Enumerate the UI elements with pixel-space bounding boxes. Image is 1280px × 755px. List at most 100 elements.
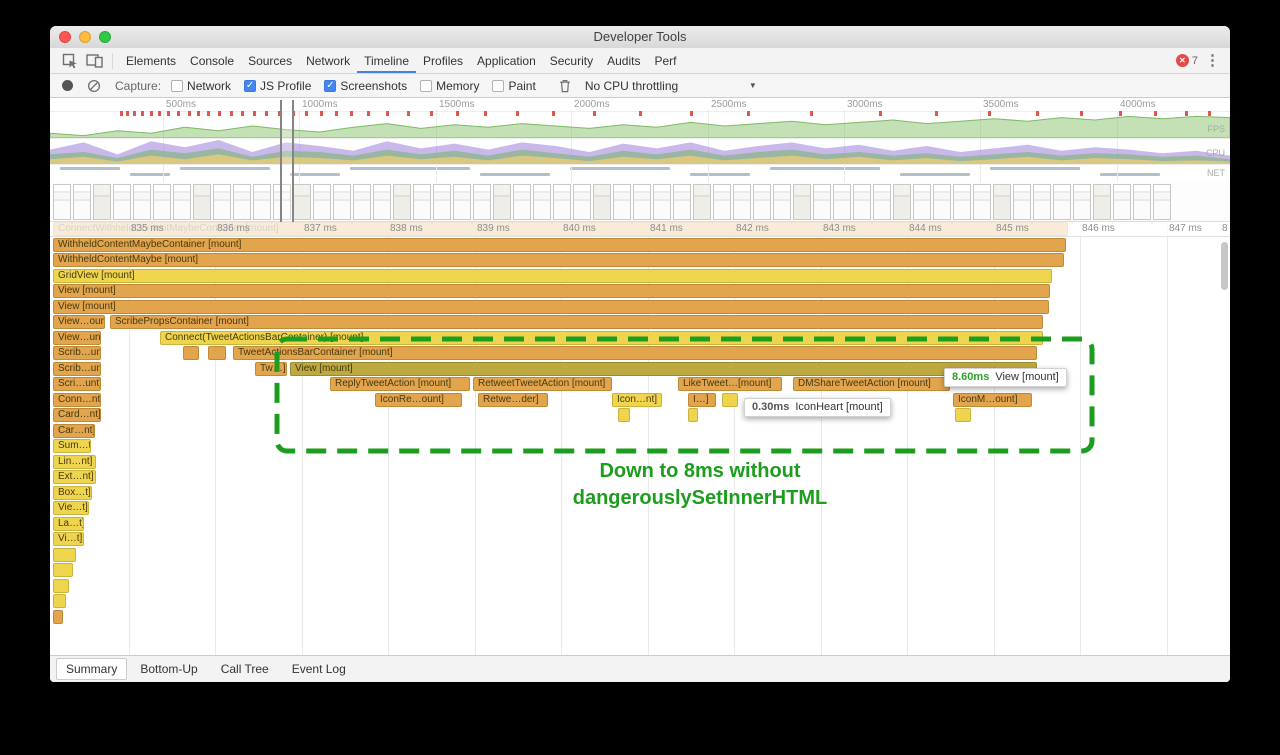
tab-elements[interactable]: Elements (119, 49, 183, 73)
flame-bar[interactable]: Box…t] (53, 486, 92, 500)
screenshot-thumbnail[interactable] (1153, 184, 1171, 220)
screenshot-thumbnail[interactable] (1113, 184, 1131, 220)
minimize-window-button[interactable] (79, 31, 91, 43)
screenshot-thumbnail[interactable] (773, 184, 791, 220)
flame-bar[interactable] (53, 548, 76, 562)
screenshot-thumbnail[interactable] (613, 184, 631, 220)
screenshot-thumbnail[interactable] (133, 184, 151, 220)
screenshot-thumbnail[interactable] (93, 184, 111, 220)
record-button[interactable] (62, 80, 73, 91)
screenshot-thumbnail[interactable] (1013, 184, 1031, 220)
flame-bar[interactable]: GridView [mount] (53, 269, 1052, 283)
screenshot-thumbnail[interactable] (513, 184, 531, 220)
tab-console[interactable]: Console (183, 49, 241, 73)
screenshot-thumbnail[interactable] (73, 184, 91, 220)
screenshot-thumbnail[interactable] (653, 184, 671, 220)
zoom-window-button[interactable] (99, 31, 111, 43)
screenshot-thumbnail[interactable] (553, 184, 571, 220)
screenshot-thumbnail[interactable] (213, 184, 231, 220)
screenshot-thumbnail[interactable] (873, 184, 891, 220)
screenshot-thumbnail[interactable] (573, 184, 591, 220)
flame-bar[interactable] (53, 610, 63, 624)
screenshot-thumbnail[interactable] (233, 184, 251, 220)
flame-bar[interactable]: View…unt] (53, 331, 101, 345)
screenshot-thumbnail[interactable] (993, 184, 1011, 220)
screenshot-thumbnail[interactable] (673, 184, 691, 220)
bottom-tab-call-tree[interactable]: Call Tree (211, 658, 279, 680)
bottom-tab-summary[interactable]: Summary (56, 658, 127, 680)
more-options-icon[interactable]: ⋮ (1205, 53, 1220, 68)
screenshot-thumbnail[interactable] (393, 184, 411, 220)
screenshot-thumbnail[interactable] (1133, 184, 1151, 220)
capture-checkbox-memory[interactable]: Memory (420, 79, 479, 93)
vertical-scrollbar[interactable] (1221, 242, 1228, 290)
screenshot-thumbnail[interactable] (373, 184, 391, 220)
close-window-button[interactable] (59, 31, 71, 43)
screenshot-thumbnail[interactable] (1053, 184, 1071, 220)
flame-bar[interactable] (183, 346, 199, 360)
flame-bar[interactable]: Lin…nt] (53, 455, 96, 469)
screenshot-thumbnail[interactable] (1093, 184, 1111, 220)
screenshot-thumbnail[interactable] (793, 184, 811, 220)
tab-sources[interactable]: Sources (241, 49, 299, 73)
tab-profiles[interactable]: Profiles (416, 49, 470, 73)
screenshot-thumbnail[interactable] (53, 184, 71, 220)
flame-bar[interactable]: Scrib…unt] (53, 362, 101, 376)
capture-checkbox-screenshots[interactable]: ✓Screenshots (324, 79, 407, 93)
flame-bar[interactable]: Car…nt] (53, 424, 95, 438)
screenshot-thumbnail[interactable] (933, 184, 951, 220)
flame-bar[interactable]: Vie…t] (53, 501, 89, 515)
flame-bar[interactable]: View [mount] (53, 284, 1050, 298)
flame-bar[interactable]: La…t] (53, 517, 84, 531)
screenshot-thumbnail[interactable] (893, 184, 911, 220)
screenshot-thumbnail[interactable] (453, 184, 471, 220)
screenshot-thumbnail[interactable] (593, 184, 611, 220)
flame-bar[interactable]: Scrib…unt] (53, 346, 101, 360)
overview-selection-handle[interactable] (280, 100, 294, 222)
screenshot-thumbnail[interactable] (1033, 184, 1051, 220)
screenshot-thumbnail[interactable] (633, 184, 651, 220)
screenshot-thumbnail[interactable] (433, 184, 451, 220)
flame-bar[interactable]: Conn…nt] (53, 393, 101, 407)
screenshot-thumbnail[interactable] (173, 184, 191, 220)
error-badge[interactable]: ✕ 7 (1176, 54, 1198, 67)
flame-bar[interactable]: Vi…t] (53, 532, 84, 546)
bottom-tab-event-log[interactable]: Event Log (282, 658, 356, 680)
tab-perf[interactable]: Perf (647, 49, 683, 73)
screenshot-thumbnail[interactable] (473, 184, 491, 220)
screenshot-thumbnail[interactable] (533, 184, 551, 220)
screenshot-thumbnail[interactable] (913, 184, 931, 220)
screenshot-thumbnail[interactable] (833, 184, 851, 220)
screenshot-thumbnail[interactable] (953, 184, 971, 220)
flame-bar[interactable]: Card…nt] (53, 408, 101, 422)
screenshot-thumbnail[interactable] (973, 184, 991, 220)
tab-audits[interactable]: Audits (600, 49, 647, 73)
flame-bar[interactable] (53, 594, 66, 608)
flame-bar[interactable]: Ext…nt] (53, 470, 96, 484)
flame-bar[interactable]: WithheldContentMaybe [mount] (53, 253, 1064, 267)
screenshot-thumbnail[interactable] (293, 184, 311, 220)
flame-bar[interactable]: View…ount] (53, 315, 105, 329)
device-toolbar-icon[interactable] (82, 49, 106, 73)
screenshot-thumbnail[interactable] (853, 184, 871, 220)
flame-bar[interactable]: ScribePropsContainer [mount] (110, 315, 1043, 329)
tab-network[interactable]: Network (299, 49, 357, 73)
capture-checkbox-network[interactable]: Network (171, 79, 231, 93)
screenshot-thumbnail[interactable] (693, 184, 711, 220)
capture-checkbox-paint[interactable]: Paint (492, 79, 535, 93)
collect-garbage-button[interactable] (559, 79, 571, 93)
cpu-throttling-select[interactable]: No CPU throttling ▼ (585, 79, 757, 93)
tab-application[interactable]: Application (470, 49, 543, 73)
screenshot-thumbnail[interactable] (113, 184, 131, 220)
flame-bar[interactable]: View [mount] (53, 300, 1049, 314)
screenshot-thumbnail[interactable] (413, 184, 431, 220)
flame-bar[interactable] (53, 579, 69, 593)
screenshot-thumbnail[interactable] (193, 184, 211, 220)
screenshot-thumbnail[interactable] (353, 184, 371, 220)
flame-bar[interactable]: Scri…unt] (53, 377, 101, 391)
screenshot-thumbnail[interactable] (493, 184, 511, 220)
capture-checkbox-js-profile[interactable]: ✓JS Profile (244, 79, 311, 93)
tab-security[interactable]: Security (543, 49, 600, 73)
flame-bar[interactable]: Sum…t] (53, 439, 91, 453)
flame-bar[interactable] (53, 563, 73, 577)
